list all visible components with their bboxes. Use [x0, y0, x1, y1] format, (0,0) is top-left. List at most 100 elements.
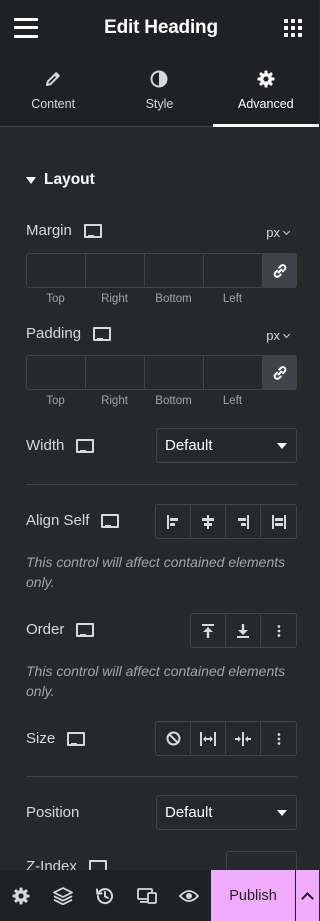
shrink-horizontal-icon — [235, 731, 251, 746]
section-title: Layout — [44, 171, 95, 188]
position-select[interactable]: Default — [156, 795, 297, 830]
margin-bottom-input[interactable] — [144, 253, 203, 288]
align-self-note: This control will affect contained eleme… — [26, 554, 286, 590]
padding-link-button[interactable] — [262, 355, 297, 390]
margin-label: Margin — [26, 222, 72, 239]
divider — [26, 776, 297, 777]
chevron-down-icon — [282, 227, 291, 235]
padding-left-label: Left — [222, 395, 243, 407]
align-self-center-button[interactable] — [191, 505, 226, 538]
width-select[interactable]: Default — [156, 428, 297, 463]
preview-button[interactable] — [168, 870, 210, 921]
settings-button[interactable] — [0, 870, 42, 921]
size-shrink-button[interactable] — [226, 722, 261, 755]
responsive-desktop-icon[interactable] — [101, 514, 120, 528]
order-more-button[interactable] — [261, 614, 296, 647]
panel-title: Edit Heading — [104, 16, 218, 38]
zindex-input[interactable] — [226, 851, 297, 870]
padding-unit-select[interactable]: px — [266, 328, 291, 343]
margin-control-label: Margin — [26, 222, 102, 239]
margin-left-label: Left — [222, 293, 243, 305]
menu-icon[interactable] — [14, 17, 38, 38]
margin-right-label: Right — [101, 293, 128, 305]
link-icon — [273, 365, 286, 380]
align-self-buttons — [155, 504, 297, 539]
size-label: Size — [26, 730, 56, 747]
widgets-grid-icon[interactable] — [284, 18, 302, 37]
link-icon — [273, 263, 286, 278]
tab-style-label: Style — [145, 97, 174, 111]
align-self-start-button[interactable] — [156, 505, 191, 538]
section-layout-toggle[interactable]: Layout — [26, 171, 95, 189]
arrow-to-bottom-icon — [237, 623, 249, 638]
tab-style[interactable]: Style — [106, 55, 212, 126]
panel-header: Edit Heading — [0, 0, 319, 55]
tab-advanced[interactable]: Advanced — [212, 55, 320, 127]
more-vertical-icon — [277, 732, 280, 745]
padding-control-label: Padding — [26, 325, 112, 342]
align-self-label: Align Self — [26, 512, 90, 529]
gear-icon — [12, 887, 30, 904]
history-icon — [96, 887, 113, 904]
padding-top-label: Top — [46, 395, 65, 407]
margin-unit: px — [266, 225, 280, 240]
tab-advanced-label: Advanced — [238, 97, 294, 111]
zindex-label: Z-Index — [26, 858, 77, 870]
padding-label: Padding — [26, 325, 82, 342]
padding-top-input[interactable] — [26, 355, 85, 390]
margin-field-labels: Top Right Bottom Left — [26, 293, 262, 305]
history-button[interactable] — [84, 870, 126, 921]
margin-link-button[interactable] — [262, 253, 297, 288]
publish-options-button[interactable] — [295, 870, 319, 921]
size-grow-button[interactable] — [191, 722, 226, 755]
responsive-desktop-icon[interactable] — [88, 860, 107, 870]
align-self-stretch-button[interactable] — [261, 505, 296, 538]
pencil-icon — [46, 72, 60, 86]
padding-right-label: Right — [101, 395, 128, 407]
responsive-desktop-icon[interactable] — [76, 623, 95, 637]
order-buttons — [190, 613, 297, 648]
responsive-desktop-icon[interactable] — [76, 439, 95, 453]
gear-icon — [257, 70, 275, 88]
padding-unit: px — [266, 328, 280, 343]
responsive-desktop-icon[interactable] — [93, 327, 112, 341]
layers-icon — [53, 886, 73, 905]
padding-field-labels: Top Right Bottom Left — [26, 395, 262, 407]
padding-bottom-input[interactable] — [144, 355, 203, 390]
margin-bottom-label: Bottom — [155, 293, 192, 305]
order-first-button[interactable] — [191, 614, 226, 647]
more-vertical-icon — [277, 624, 280, 637]
responsive-desktop-icon[interactable] — [67, 732, 86, 746]
caret-down-icon — [26, 176, 36, 184]
align-self-end-button[interactable] — [226, 505, 261, 538]
align-center-icon — [202, 514, 214, 529]
align-end-icon — [238, 514, 249, 529]
tab-content[interactable]: Content — [0, 55, 106, 126]
responsive-desktop-icon[interactable] — [83, 224, 102, 238]
padding-left-input[interactable] — [203, 355, 262, 390]
navigator-button[interactable] — [42, 870, 84, 921]
padding-bottom-label: Bottom — [155, 395, 192, 407]
devices-icon — [137, 887, 157, 904]
padding-right-input[interactable] — [85, 355, 144, 390]
responsive-mode-button[interactable] — [126, 870, 168, 921]
position-label: Position — [26, 804, 80, 821]
tab-content-label: Content — [31, 97, 76, 111]
margin-unit-select[interactable]: px — [266, 225, 291, 240]
order-control-label: Order — [26, 621, 95, 638]
editor-tabs: Content Style Advanced — [0, 55, 320, 127]
margin-top-input[interactable] — [26, 253, 85, 288]
align-self-control-label: Align Self — [26, 512, 120, 529]
size-none-button[interactable] — [156, 722, 191, 755]
padding-dimensions — [26, 355, 297, 390]
margin-left-input[interactable] — [203, 253, 262, 288]
caret-down-icon — [277, 442, 287, 449]
size-control-label: Size — [26, 730, 86, 747]
publish-button[interactable]: Publish — [211, 870, 295, 921]
align-start-icon — [167, 514, 178, 529]
position-value: Default — [165, 804, 213, 821]
margin-right-input[interactable] — [85, 253, 144, 288]
order-last-button[interactable] — [226, 614, 261, 647]
advanced-panel: Layout Margin px Top Right Bottom Left P… — [0, 128, 319, 870]
size-more-button[interactable] — [261, 722, 296, 755]
